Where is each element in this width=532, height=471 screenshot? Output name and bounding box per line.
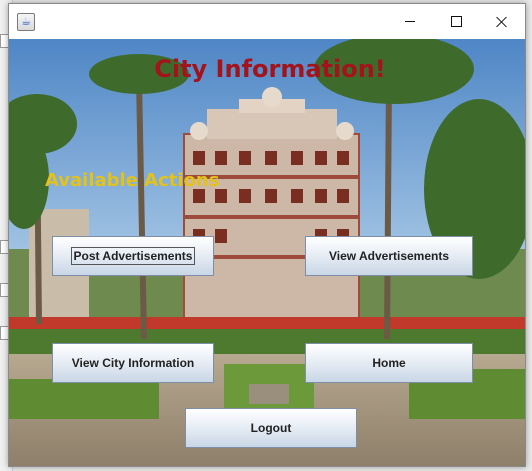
maximize-icon bbox=[450, 16, 462, 27]
post-advertisements-button[interactable]: Post Advertisements bbox=[52, 236, 214, 276]
city-information-window: ☕ City Information! Available Actions Po… bbox=[8, 3, 526, 467]
minimize-icon bbox=[405, 21, 415, 22]
available-actions-heading: Available Actions bbox=[45, 170, 220, 191]
home-button[interactable]: Home bbox=[305, 343, 473, 383]
logout-label: Logout bbox=[250, 421, 292, 435]
view-city-information-button[interactable]: View City Information bbox=[52, 343, 214, 383]
view-advertisements-button[interactable]: View Advertisements bbox=[305, 236, 473, 276]
view-advertisements-label: View Advertisements bbox=[328, 249, 450, 263]
maximize-button[interactable] bbox=[433, 4, 479, 39]
page-title: City Information! bbox=[154, 55, 386, 83]
title-bar[interactable]: ☕ bbox=[9, 4, 525, 39]
close-button[interactable] bbox=[479, 4, 525, 39]
java-cup-icon: ☕ bbox=[17, 13, 35, 31]
logout-button[interactable]: Logout bbox=[185, 408, 357, 448]
close-icon bbox=[496, 16, 508, 28]
minimize-button[interactable] bbox=[387, 4, 433, 39]
view-city-information-label: View City Information bbox=[71, 356, 195, 370]
post-advertisements-label: Post Advertisements bbox=[70, 247, 196, 265]
home-label: Home bbox=[372, 356, 406, 370]
content-panel: City Information! Available Actions Post… bbox=[9, 39, 525, 466]
